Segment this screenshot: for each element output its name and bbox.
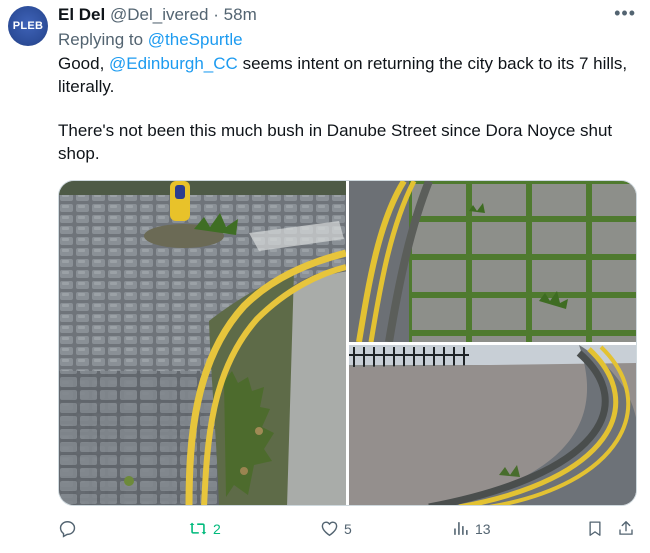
mention-link[interactable]: @Edinburgh_CC [109, 54, 238, 73]
curved-pavement-photo[interactable] [349, 345, 636, 505]
replying-to-line: Replying to @theSpurtle [58, 29, 243, 51]
retweet-count: 2 [213, 520, 221, 537]
share-icon [619, 521, 633, 535]
heart-icon [321, 521, 338, 537]
share-button[interactable] [617, 519, 635, 538]
views-button[interactable]: 13 [451, 519, 491, 538]
replying-to-label: Replying to [58, 30, 144, 49]
tweet-text-start: Good, [58, 54, 105, 73]
cobblestone-kerb-photo[interactable] [59, 181, 346, 505]
media-grid [58, 180, 637, 506]
bookmark-icon [589, 521, 601, 536]
more-options-icon[interactable]: ••• [614, 3, 636, 24]
like-count: 5 [344, 520, 352, 537]
tweet-paragraph-2: There's not been this much bush in Danub… [58, 121, 613, 163]
tweet-text: Good, @Edinburgh_CC seems intent on retu… [58, 53, 638, 165]
display-name[interactable]: El Del [58, 5, 105, 24]
avatar[interactable]: PLEB [8, 6, 48, 46]
reply-button[interactable] [58, 519, 77, 538]
retweet-button[interactable]: 2 [188, 519, 221, 538]
views-count: 13 [475, 520, 491, 537]
separator-dot: · [213, 5, 219, 24]
like-button[interactable]: 5 [320, 519, 352, 538]
reply-icon [59, 521, 76, 538]
bookmark-button[interactable] [586, 519, 604, 538]
views-icon [454, 522, 468, 535]
reply-mention-link[interactable]: @theSpurtle [148, 30, 243, 49]
timestamp[interactable]: 58m [224, 5, 257, 24]
weedy-pavement-photo[interactable] [349, 181, 636, 342]
avatar-label: PLEB [12, 20, 44, 32]
retweet-icon [189, 522, 207, 535]
action-bar: 2 5 13 [58, 519, 643, 543]
tweet-header: El Del @Del_ivered · 58m [58, 5, 257, 25]
user-handle[interactable]: @Del_ivered [110, 5, 209, 24]
